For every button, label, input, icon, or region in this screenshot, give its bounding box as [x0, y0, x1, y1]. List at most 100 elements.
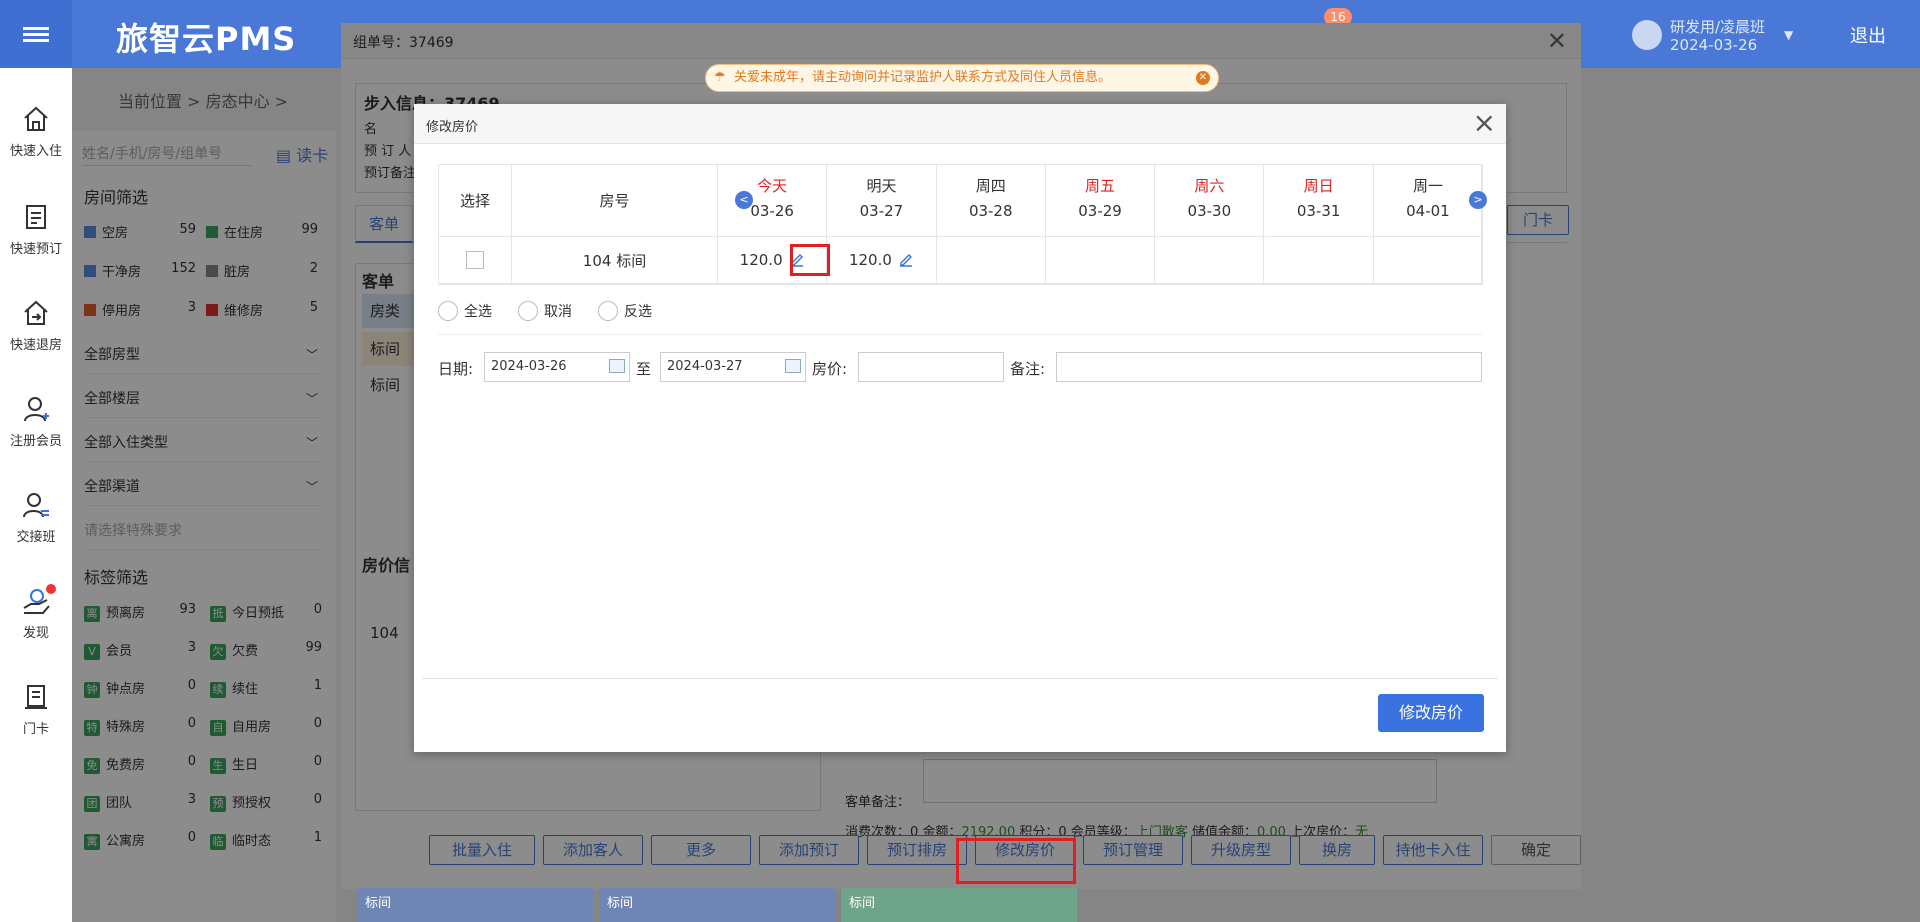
- room-cell: 104 标间: [512, 237, 718, 285]
- price-info-title: 房价信: [362, 556, 411, 575]
- user-switch-icon: [23, 493, 49, 518]
- radio-select-all[interactable]: 全选: [438, 300, 492, 324]
- user-add-icon: [24, 397, 49, 422]
- footer-button[interactable]: 预订管理: [1083, 835, 1183, 865]
- room-tiles: 标间 标间 标间: [357, 888, 1077, 922]
- left-nav: 快速入住 快速预订 快速退房 注册会员 交接班 发现 门卡: [0, 68, 72, 922]
- footer-button[interactable]: 预订排房: [867, 835, 967, 865]
- remark-input[interactable]: [1056, 352, 1482, 382]
- price-grid: 选择 房号 今天 03-26 明天 03-27 周四 03-28 周五 03-29 周六 03-3…: [438, 164, 1487, 285]
- highlight-modify-price-button: [956, 838, 1076, 884]
- day-header: 周日 03-31: [1264, 165, 1374, 237]
- close-notice-icon[interactable]: ✕: [1196, 71, 1210, 85]
- close-icon[interactable]: ×: [1473, 106, 1496, 140]
- business-date: 2024-03-26: [1670, 36, 1758, 54]
- umbrella-icon: ☂: [714, 70, 726, 85]
- day-price-cell: [1155, 237, 1265, 285]
- clipboard-icon: [26, 205, 46, 229]
- divider: [438, 334, 1482, 335]
- day-price-cell: [1373, 237, 1484, 285]
- room-tile[interactable]: 标间: [357, 888, 593, 922]
- footer-button[interactable]: 持他卡入住: [1383, 835, 1483, 865]
- nav-register-member[interactable]: 注册会员: [0, 394, 72, 474]
- menu-toggle-button[interactable]: [0, 0, 72, 68]
- room-tile[interactable]: 标间: [841, 888, 1077, 922]
- highlight-edit-price-icon: [790, 244, 830, 276]
- price-value: 120.0: [739, 251, 783, 269]
- price-value: 120.0: [848, 251, 892, 269]
- day-price-cell: 120.0: [827, 237, 937, 285]
- guest-remark-label: 客单备注：: [845, 795, 911, 810]
- footer-button[interactable]: 换房: [1299, 835, 1375, 865]
- close-icon[interactable]: ✕: [1547, 27, 1567, 55]
- footer-button[interactable]: 升级房型: [1191, 835, 1291, 865]
- day-header: 周四 03-28: [936, 165, 1046, 237]
- next-week-button[interactable]: >: [1469, 191, 1487, 209]
- price-dialog-header: 修改房价 ×: [414, 104, 1506, 144]
- group-dialog-header: 组单号：37469 ✕: [341, 23, 1581, 59]
- nav-quick-checkin[interactable]: 快速入住: [0, 104, 72, 184]
- day-header: 周五 03-29: [1045, 165, 1156, 237]
- user-name: 研发用/凌晨班: [1670, 18, 1766, 36]
- logout-button[interactable]: 退出: [1850, 22, 1886, 48]
- prev-week-button[interactable]: <: [735, 191, 753, 209]
- footer-button[interactable]: 更多: [651, 835, 751, 865]
- user-menu[interactable]: 研发用/凌晨班 2024-03-26 ▼: [1632, 14, 1794, 58]
- calendar-icon: [785, 359, 801, 373]
- list-item[interactable]: 标间: [362, 368, 422, 402]
- price-info-room: 104: [370, 624, 399, 642]
- calendar-icon: [609, 359, 625, 373]
- to-label: 至: [636, 360, 652, 378]
- row-select-cell: [439, 237, 512, 285]
- room-tile[interactable]: 标间: [599, 888, 835, 922]
- door-card-button[interactable]: 门卡: [1507, 205, 1569, 235]
- footer-button[interactable]: 批量入住: [429, 835, 535, 865]
- col-header-room: 房号: [512, 165, 718, 237]
- group-dialog-title: 组单号：37469: [353, 35, 454, 51]
- modify-price-dialog: 修改房价 × 选择 房号 今天 03-26 明天 03-27 周四 03-28 周五 03-2…: [414, 104, 1506, 752]
- date-from-input[interactable]: 2024-03-26: [484, 352, 630, 382]
- guest-remark-textarea[interactable]: [923, 759, 1437, 803]
- notification-dot: [46, 584, 56, 594]
- guest-order-title: 客单: [362, 272, 395, 291]
- caret-down-icon: ▼: [1784, 28, 1794, 42]
- price-dialog-title: 修改房价: [426, 120, 479, 135]
- dialog-footer-divider: [422, 678, 1498, 679]
- footer-button[interactable]: 确定: [1491, 835, 1581, 865]
- date-to-input[interactable]: 2024-03-27: [660, 352, 806, 382]
- nav-door-card[interactable]: 门卡: [0, 682, 72, 762]
- col-header-select: 选择: [439, 165, 512, 237]
- day-header: 周一 04-01: [1373, 165, 1484, 237]
- card-icon: [25, 685, 47, 709]
- price-label: 房价:: [812, 360, 848, 378]
- date-label: 日期:: [438, 360, 474, 378]
- home-exit-icon: [24, 300, 48, 325]
- avatar: [1632, 20, 1662, 50]
- footer-button[interactable]: 添加客人: [543, 835, 643, 865]
- remark-label: 备注:: [1010, 360, 1046, 378]
- price-form: 日期: 2024-03-26 至 2024-03-27 房价: 备注:: [438, 352, 1482, 384]
- day-header: 周六 03-30: [1155, 165, 1265, 237]
- submit-modify-price-button[interactable]: 修改房价: [1378, 694, 1484, 732]
- list-item: 房类: [362, 294, 422, 328]
- list-item[interactable]: 标间: [362, 332, 422, 366]
- day-price-cell: [1045, 237, 1156, 285]
- edit-icon[interactable]: [898, 251, 914, 267]
- nav-quick-checkout[interactable]: 快速退房: [0, 298, 72, 378]
- day-price-cell: [1264, 237, 1374, 285]
- day-price-cell: [936, 237, 1046, 285]
- nav-discover[interactable]: 发现: [0, 584, 72, 666]
- row-checkbox[interactable]: [466, 251, 484, 269]
- day-header: 明天 03-27: [827, 165, 937, 237]
- footer-button[interactable]: 添加预订: [759, 835, 859, 865]
- nav-quick-booking[interactable]: 快速预订: [0, 202, 72, 282]
- nav-shift-handover[interactable]: 交接班: [0, 490, 72, 570]
- home-icon: [24, 106, 48, 131]
- radio-invert[interactable]: 反选: [598, 300, 652, 324]
- tab-guest-order[interactable]: 客单: [355, 205, 413, 243]
- price-input[interactable]: [858, 352, 1004, 382]
- app-logo: 旅智云PMS: [116, 20, 297, 58]
- radio-cancel[interactable]: 取消: [518, 300, 572, 324]
- hamburger-icon: [23, 24, 49, 45]
- minor-notice-banner: ☂ 关爱未成年，请主动询问并记录监护人联系方式及同住人员信息。 ✕: [705, 64, 1219, 92]
